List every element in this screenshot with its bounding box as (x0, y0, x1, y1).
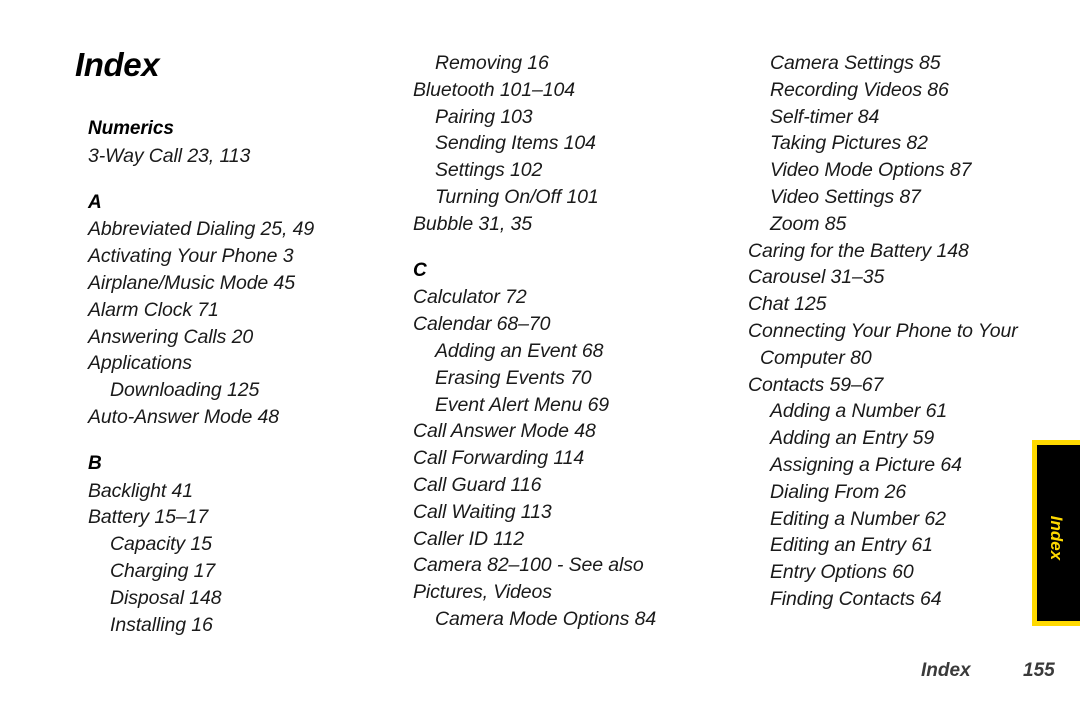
index-entry: Sending Items 104 (435, 132, 596, 155)
index-entry: Calculator 72 (413, 286, 527, 309)
index-entry: Capacity 15 (110, 533, 212, 556)
index-entry: Bubble 31, 35 (413, 212, 533, 235)
index-entry: Self-timer 84 (770, 105, 880, 128)
index-entry: Caring for the Battery 148 (748, 239, 969, 262)
index-entry: Charging 17 (110, 559, 216, 582)
index-column-2-body: Removing 16 Bluetooth 101–104 Pairing 103 S… (413, 50, 713, 633)
footer-section-label: Index (921, 660, 971, 681)
index-entry: Camera Mode Options 84 (435, 607, 657, 630)
index-entry: Backlight 41 (88, 479, 194, 502)
index-page: Index Numerics 3-Way Call 23, 113 A Abbrevi… (0, 0, 1080, 720)
index-entry: Auto-Answer Mode 48 (88, 405, 280, 428)
index-column-1-body: Numerics 3-Way Call 23, 113 A Abbreviated D… (88, 50, 388, 638)
index-section-heading: A (88, 191, 102, 213)
index-entry: Video Mode Options 87 (770, 159, 972, 182)
footer-page-number: 155 (1023, 660, 1055, 681)
index-entry: Call Forwarding 114 (413, 447, 585, 470)
index-entry: Zoom 85 (770, 212, 847, 235)
index-entry: Abbreviated Dialing 25, 49 (88, 218, 315, 241)
index-entry: Editing an Entry 61 (770, 534, 933, 557)
index-section-heading: C (413, 259, 427, 281)
index-entry: Call Guard 116 (413, 473, 542, 496)
index-entry: Chat 125 (748, 293, 827, 316)
index-entry: Settings 102 (435, 159, 543, 182)
index-column-2: Removing 16 Bluetooth 101–104 Pairing 103 S… (413, 50, 713, 633)
index-entry: Turning On/Off 101 (435, 185, 599, 208)
index-entry: Pairing 103 (435, 105, 533, 128)
index-entry: Dialing From 26 (770, 480, 907, 503)
index-entry: Disposal 148 (110, 586, 222, 609)
index-entry: Adding an Event 68 (435, 339, 604, 362)
index-entry: Call Answer Mode 48 (413, 420, 596, 443)
index-entry: Assigning a Picture 64 (770, 453, 962, 476)
index-entry: Calendar 68–70 (413, 313, 551, 336)
index-column-3-body: Camera Settings 85 Recording Videos 86 Sel… (748, 50, 1048, 613)
index-entry: Adding an Entry 59 (770, 427, 935, 450)
index-entry: Erasing Events 70 (435, 366, 592, 389)
index-entry: Downloading 125 (110, 379, 260, 402)
index-entry: Activating Your Phone 3 (88, 245, 294, 268)
index-column-1: Numerics 3-Way Call 23, 113 A Abbreviated D… (88, 50, 388, 638)
index-entry: Adding a Number 61 (770, 400, 948, 423)
index-entry: Connecting Your Phone to Your Computer 8… (748, 319, 1018, 369)
index-entry: Applications (88, 352, 192, 375)
index-entry: Camera 82–100 - See also Pictures, Video… (413, 554, 644, 604)
index-entry: Recording Videos 86 (770, 78, 949, 101)
index-entry: Battery 15–17 (88, 506, 209, 529)
index-entry: Taking Pictures 82 (770, 132, 928, 155)
side-tab-index: Index (1032, 440, 1080, 626)
index-entry: Answering Calls 20 (88, 325, 254, 348)
index-entry: Entry Options 60 (770, 561, 914, 584)
index-columns: Numerics 3-Way Call 23, 113 A Abbreviated D… (0, 0, 1080, 660)
page-footer: Index 155 (748, 660, 1055, 690)
index-column-3: Camera Settings 85 Recording Videos 86 Sel… (748, 50, 1048, 613)
index-entry: Removing 16 (435, 52, 549, 74)
index-entry: Caller ID 112 (413, 527, 525, 550)
index-entry: Contacts 59–67 (748, 373, 884, 396)
index-section-heading: B (88, 452, 102, 474)
index-entry: Installing 16 (110, 613, 213, 636)
index-entry: Alarm Clock 71 (88, 298, 219, 321)
index-entry: Bluetooth 101–104 (413, 78, 576, 101)
index-entry: Editing a Number 62 (770, 507, 946, 530)
index-entry: Event Alert Menu 69 (435, 393, 610, 416)
index-entry: Video Settings 87 (770, 185, 921, 208)
index-entry: Finding Contacts 64 (770, 587, 942, 610)
index-entry: Camera Settings 85 (770, 52, 941, 74)
index-section-heading: Numerics (88, 118, 174, 139)
index-entry: Call Waiting 113 (413, 500, 552, 523)
index-entry: 3-Way Call 23, 113 (88, 144, 251, 167)
side-tab-label: Index (1047, 515, 1066, 561)
index-entry: Airplane/Music Mode 45 (88, 271, 295, 294)
index-entry: Carousel 31–35 (748, 266, 885, 289)
